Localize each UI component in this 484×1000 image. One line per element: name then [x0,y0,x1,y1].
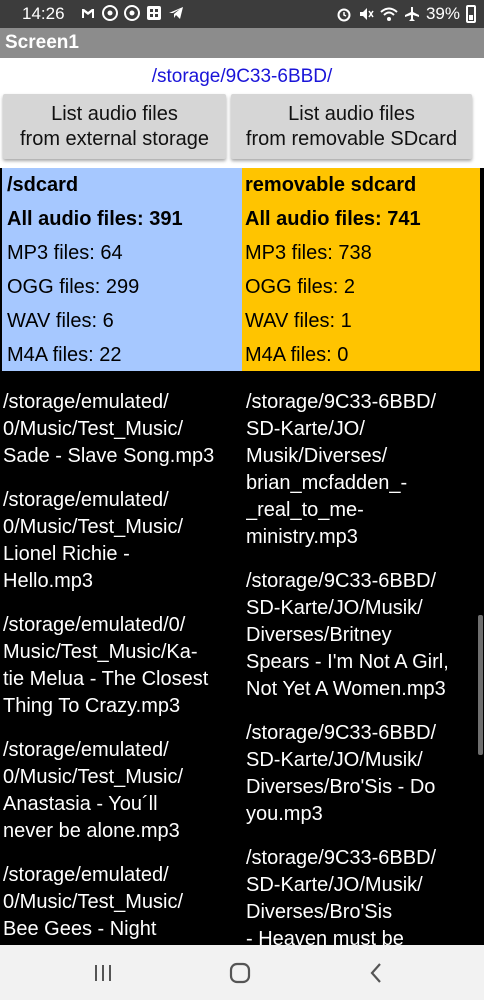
screen-title: Screen1 [5,32,79,53]
sdcard-stats-panel: /sdcard All audio files: 391 MP3 files: … [2,168,242,371]
removable-all-count: All audio files: 741 [245,208,421,230]
removable-file-list[interactable]: /storage/9C33-6BBD/ SD-Karte/JO/ Musik/D… [246,371,482,945]
scrollbar[interactable] [478,615,483,755]
removable-stats-panel: removable sdcard All audio files: 741 MP… [242,168,480,371]
list-external-storage-label: List audio files from external storage [20,102,209,150]
battery-percent: 39% [425,4,460,23]
list-item: /storage/9C33-6BBD/ SD-Karte/JO/Musik/ D… [246,847,437,945]
removable-ogg-count: OGG files: 2 [245,276,356,298]
sdcard-mp3-count: MP3 files: 64 [7,242,123,264]
list-removable-sdcard-label: List audio files from removable SDcard [245,102,458,150]
app-grid-icon [147,6,161,20]
list-item: /storage/9C33-6BBD/ SD-Karte/JO/ Musik/D… [246,391,437,548]
alarm-icon [337,8,351,22]
battery-icon [466,5,476,23]
gmail-icon [82,9,94,18]
sdcard-m4a-count: M4A files: 22 [7,344,122,366]
removable-mp3-count: MP3 files: 738 [245,242,372,264]
chrome-icon [102,5,118,21]
clock: 14:26 [22,4,65,23]
home-icon[interactable] [225,959,255,987]
sdcard-wav-count: WAV files: 6 [7,310,114,332]
removable-wav-count: WAV files: 1 [245,310,352,332]
list-item: /storage/emulated/0/ Music/Test_Music/Ka… [3,614,209,717]
sdcard-ogg-count: OGG files: 299 [7,276,140,298]
list-item: /storage/9C33-6BBD/ SD-Karte/JO/Musik/ D… [246,570,449,700]
notification-icons [80,5,184,21]
sdcard-file-list[interactable]: /storage/emulated/ 0/Music/Test_Music/ S… [3,371,241,945]
list-item: /storage/emulated/ 0/Music/Test_Music/ L… [3,489,184,592]
recent-apps-icon[interactable] [88,959,118,987]
sdcard-all-count: All audio files: 391 [7,208,183,230]
removable-title: removable sdcard [245,174,417,196]
removable-m4a-count: M4A files: 0 [245,344,349,366]
list-external-storage-button[interactable]: List audio files from external storage [3,94,226,159]
list-item: /storage/emulated/ 0/Music/Test_Music/ S… [3,391,215,467]
storage-path-label: /storage/9C33-6BBD/ [151,66,333,87]
navigation-bar [0,945,484,1000]
list-item: /storage/emulated/ 0/Music/Test_Music/ A… [3,739,184,842]
app-title-bar: Screen1 [0,28,484,58]
status-bar: 14:26 39% [0,0,484,28]
mute-icon [359,8,374,20]
airplane-icon [404,7,419,21]
back-icon[interactable] [361,959,391,987]
telegram-icon [169,7,183,19]
wifi-icon [380,7,398,21]
chrome-icon [124,5,140,21]
list-removable-sdcard-button[interactable]: List audio files from removable SDcard [231,94,472,159]
list-item: /storage/emulated/ 0/Music/Test_Music/ B… [3,864,184,940]
system-icons: 39% [336,4,476,24]
controls-area: /storage/9C33-6BBD/ List audio files fro… [0,58,484,168]
list-item: /storage/9C33-6BBD/ SD-Karte/JO/Musik/ D… [246,722,437,825]
sdcard-title: /sdcard [7,174,79,196]
